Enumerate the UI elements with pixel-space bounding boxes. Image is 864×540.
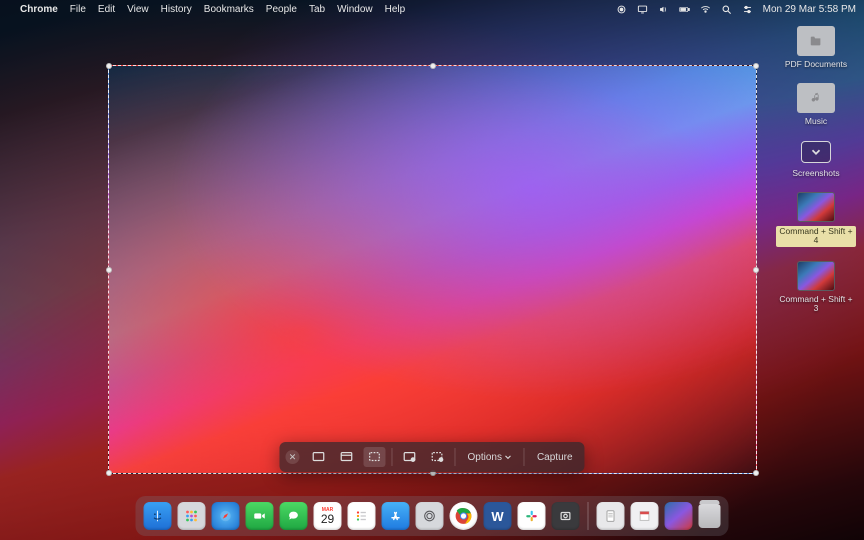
- display-icon[interactable]: [637, 4, 648, 15]
- capture-selection[interactable]: [108, 65, 757, 474]
- record-entire-screen-button[interactable]: [398, 447, 420, 467]
- resize-handle-ml[interactable]: [106, 267, 112, 273]
- folder-music[interactable]: Music: [776, 83, 856, 126]
- dock-app-facetime[interactable]: [246, 502, 274, 530]
- capture-window-button[interactable]: [335, 447, 357, 467]
- trash-icon: [699, 504, 721, 528]
- file-screenshot-cmd-shift-4[interactable]: Command + Shift + 4: [776, 192, 856, 247]
- folder-icon: [797, 26, 835, 56]
- resize-handle-bl[interactable]: [106, 470, 112, 476]
- folder-label: Music: [805, 117, 827, 126]
- record-icon[interactable]: [616, 4, 627, 15]
- menu-bookmarks[interactable]: Bookmarks: [204, 4, 254, 15]
- chevron-down-icon: [505, 455, 512, 460]
- wifi-icon[interactable]: [700, 4, 711, 15]
- options-label: Options: [467, 452, 501, 463]
- dock-app-appstore[interactable]: [382, 502, 410, 530]
- menu-bar: Chrome File Edit View History Bookmarks …: [0, 0, 864, 18]
- dock-app-screenshot[interactable]: [552, 502, 580, 530]
- battery-icon[interactable]: [679, 4, 690, 15]
- dock-app-launchpad[interactable]: [178, 502, 206, 530]
- resize-handle-tr[interactable]: [753, 63, 759, 69]
- dock-app-chrome[interactable]: [450, 502, 478, 530]
- chevron-down-icon: [801, 141, 831, 163]
- dock-app-slack[interactable]: [518, 502, 546, 530]
- dock-trash[interactable]: [699, 504, 721, 528]
- folder-icon: [797, 83, 835, 113]
- resize-handle-mr[interactable]: [753, 267, 759, 273]
- file-label: Command + Shift + 3: [776, 295, 856, 314]
- screenshot-thumbnail-icon: [797, 261, 835, 291]
- close-button[interactable]: ✕: [285, 450, 299, 464]
- screenshot-thumbnail-icon: [797, 192, 835, 222]
- dock-app-messages[interactable]: [280, 502, 308, 530]
- menu-view[interactable]: View: [127, 4, 149, 15]
- dock-app-calendar[interactable]: MAR 29: [314, 502, 342, 530]
- menu-people[interactable]: People: [266, 4, 297, 15]
- dock-app-settings[interactable]: [416, 502, 444, 530]
- record-selection-button[interactable]: [426, 447, 448, 467]
- menu-window[interactable]: Window: [337, 4, 373, 15]
- resize-handle-tl[interactable]: [106, 63, 112, 69]
- stack-screenshots[interactable]: Screenshots: [776, 141, 856, 178]
- dock-app-finder[interactable]: [144, 502, 172, 530]
- screenshot-toolbar: ✕ Options Capture: [279, 442, 584, 472]
- control-center-icon[interactable]: [742, 4, 753, 15]
- dock-app-word[interactable]: W: [484, 502, 512, 530]
- search-icon[interactable]: [721, 4, 732, 15]
- file-screenshot-cmd-shift-3[interactable]: Command + Shift + 3: [776, 261, 856, 314]
- capture-button[interactable]: Capture: [531, 452, 579, 463]
- menu-file[interactable]: File: [70, 4, 86, 15]
- dock: MAR 29 W: [136, 496, 729, 536]
- menu-tab[interactable]: Tab: [309, 4, 325, 15]
- capture-selection-button[interactable]: [363, 447, 385, 467]
- dock-recent-image[interactable]: [665, 502, 693, 530]
- resize-handle-br[interactable]: [753, 470, 759, 476]
- dock-separator: [588, 502, 589, 530]
- options-button[interactable]: Options: [461, 452, 517, 463]
- desktop-icons: PDF Documents Music Screenshots Command …: [776, 26, 856, 313]
- menu-edit[interactable]: Edit: [98, 4, 115, 15]
- toolbar-separator: [391, 448, 392, 466]
- app-name[interactable]: Chrome: [20, 4, 58, 15]
- toolbar-separator: [524, 448, 525, 466]
- dock-recent-note[interactable]: [631, 502, 659, 530]
- volume-icon[interactable]: [658, 4, 669, 15]
- stack-label: Screenshots: [792, 169, 839, 178]
- file-label: Command + Shift + 4: [776, 226, 856, 247]
- dock-recent-document[interactable]: [597, 502, 625, 530]
- menu-history[interactable]: History: [161, 4, 192, 15]
- desktop: Chrome File Edit View History Bookmarks …: [0, 0, 864, 540]
- capture-label: Capture: [537, 452, 573, 463]
- folder-label: PDF Documents: [785, 60, 847, 69]
- folder-pdf-documents[interactable]: PDF Documents: [776, 26, 856, 69]
- resize-handle-tm[interactable]: [430, 63, 436, 69]
- dock-app-reminders[interactable]: [348, 502, 376, 530]
- toolbar-separator: [454, 448, 455, 466]
- menu-help[interactable]: Help: [385, 4, 406, 15]
- dock-app-safari[interactable]: [212, 502, 240, 530]
- menubar-datetime[interactable]: Mon 29 Mar 5:58 PM: [763, 4, 856, 15]
- capture-entire-screen-button[interactable]: [307, 447, 329, 467]
